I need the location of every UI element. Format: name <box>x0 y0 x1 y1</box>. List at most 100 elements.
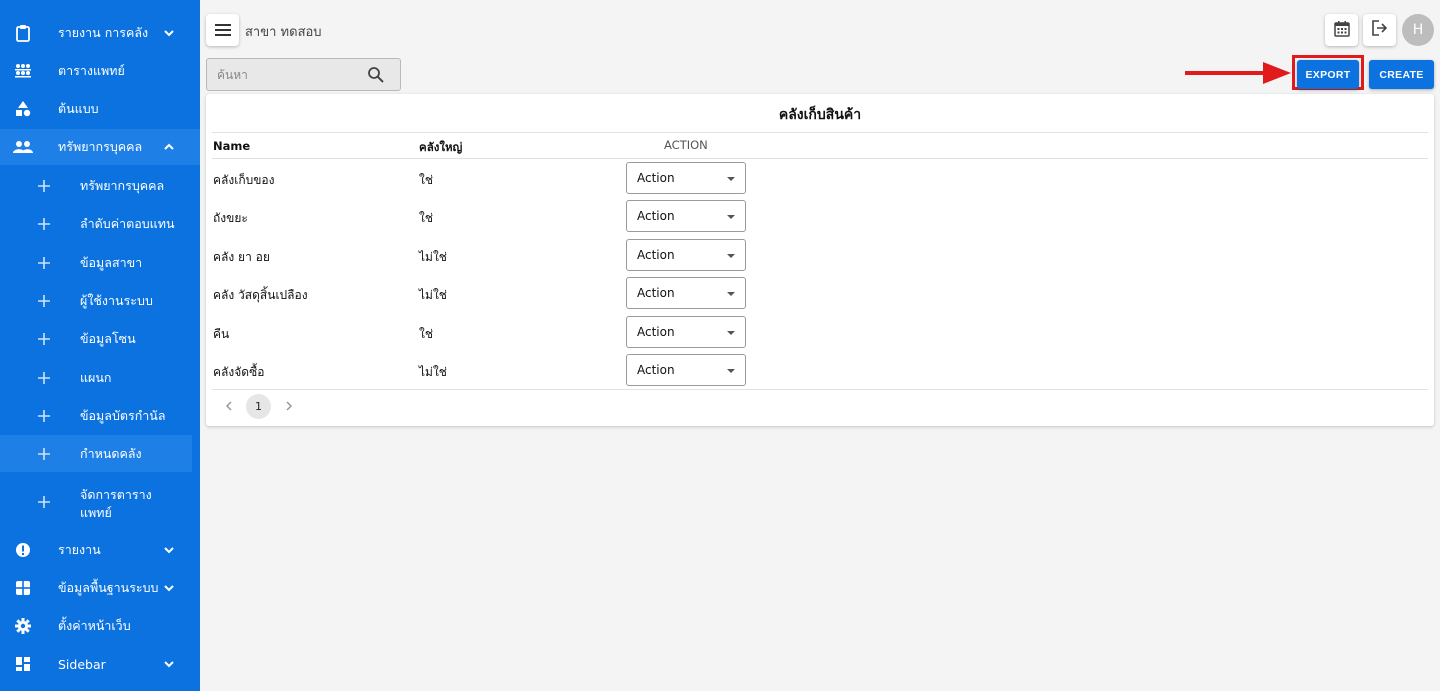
table-row: ถังขยะ ใช่ Action <box>206 197 1434 235</box>
action-select-value: Action <box>637 171 675 185</box>
plus-icon <box>36 255 52 271</box>
logout-icon <box>1371 20 1388 40</box>
column-header-action: ACTION <box>664 138 708 152</box>
action-select[interactable]: Action <box>626 354 746 386</box>
people-grid-icon <box>13 61 33 81</box>
sidebar-item-doctor-schedule[interactable]: ตารางแพทย์ <box>0 58 200 84</box>
table-row: คลังจัดซื้อ ไม่ใช่ Action <box>206 351 1434 389</box>
menu-button[interactable] <box>206 14 239 46</box>
sidebar-subitem-doctor-schedule-manage[interactable]: จัดการตาราง แพทย์ <box>0 482 200 522</box>
cell-name: คลังเก็บของ <box>213 173 275 187</box>
table-row: คลังเก็บของ ใช่ Action <box>206 159 1434 197</box>
sidebar-subitem-warehouse-setup[interactable]: กำหนดคลัง <box>0 435 192 472</box>
cell-main: ไม่ใช่ <box>419 250 447 264</box>
sidebar-item-templates[interactable]: ต้นแบบ <box>0 96 200 122</box>
caret-down-icon <box>727 215 735 219</box>
cell-main: ไม่ใช่ <box>419 365 447 379</box>
caret-down-icon <box>727 331 735 335</box>
sidebar-item-warehouse-report[interactable]: รายงาน การคลัง <box>0 20 200 46</box>
table-row: คืน ใช่ Action <box>206 313 1434 351</box>
calendar-icon <box>1333 20 1350 41</box>
cell-main: ใช่ <box>419 327 434 341</box>
avatar[interactable]: H <box>1402 14 1434 46</box>
plus-icon <box>36 494 52 510</box>
sidebar-item-label: Sidebar <box>58 656 106 672</box>
warehouse-table-card: คลังเก็บสินค้า Name คลังใหญ่ ACTION คลัง… <box>206 94 1434 426</box>
plus-icon <box>36 178 52 194</box>
sidebar-subitem-label: ข้อมูลบัตรกำนัล <box>80 408 166 423</box>
cell-main: ใช่ <box>419 173 434 187</box>
shapes-icon <box>13 99 33 119</box>
search-input[interactable] <box>217 66 357 84</box>
sidebar-item-sidebar[interactable]: Sidebar <box>0 651 200 677</box>
cell-main: ใช่ <box>419 211 434 225</box>
sidebar-subitem-label: กำหนดคลัง <box>80 445 142 461</box>
sidebar-item-reports[interactable]: รายงาน <box>0 537 200 563</box>
sidebar-subitem-users[interactable]: ผู้ใช้งานระบบ <box>0 288 200 314</box>
cell-name: คลัง ยา อย <box>213 250 270 264</box>
cell-name: ถังขยะ <box>213 211 248 225</box>
chevron-right-icon[interactable] <box>282 398 296 412</box>
chevron-down-icon <box>161 580 177 596</box>
sidebar-item-master-data[interactable]: ข้อมูลพื้นฐานระบบ <box>0 575 200 601</box>
caret-down-icon <box>727 254 735 258</box>
sidebar-item-label: รายงาน <box>58 542 101 557</box>
action-select-value: Action <box>637 209 675 223</box>
action-select-value: Action <box>637 248 675 262</box>
sidebar-subitem-label: จัดการตาราง <box>80 487 152 502</box>
create-button[interactable]: CREATE <box>1369 60 1434 89</box>
cell-name: คลัง วัสดุสิ้นเปลือง <box>213 288 308 302</box>
hamburger-icon <box>214 21 231 40</box>
divider <box>212 389 1428 390</box>
cell-main: ไม่ใช่ <box>419 288 447 302</box>
search-icon[interactable] <box>367 66 385 84</box>
sidebar-subitem-label: ลำดับค่าตอบแทน <box>80 216 175 231</box>
sidebar-item-label: ทรัพยากรบุคคล <box>58 139 143 154</box>
action-select[interactable]: Action <box>626 277 746 309</box>
export-button[interactable]: EXPORT <box>1297 60 1359 89</box>
caret-down-icon <box>727 369 735 373</box>
sidebar-item-web-settings[interactable]: ตั้งค่าหน้าเว็บ <box>0 613 200 639</box>
sidebar-subitem-compensation[interactable]: ลำดับค่าตอบแทน <box>0 211 200 237</box>
plus-icon <box>36 446 52 462</box>
plus-icon <box>36 408 52 424</box>
cell-name: คืน <box>213 327 230 341</box>
action-select[interactable]: Action <box>626 239 746 271</box>
sidebar-subitem-label: ข้อมูลโซน <box>80 331 136 346</box>
branch-name: สาขา ทดสอบ <box>245 25 322 40</box>
chevron-up-icon <box>161 139 177 155</box>
calendar-button[interactable] <box>1325 14 1358 46</box>
sidebar-subitem-vouchers[interactable]: ข้อมูลบัตรกำนัล <box>0 403 200 429</box>
sidebar-item-label: ตั้งค่าหน้าเว็บ <box>58 618 131 633</box>
pagination-page[interactable]: 1 <box>246 394 271 419</box>
caret-down-icon <box>727 177 735 181</box>
divider <box>212 132 1428 133</box>
sidebar-subitem-zones[interactable]: ข้อมูลโซน <box>0 326 200 352</box>
action-select-value: Action <box>637 286 675 300</box>
sidebar-subitem-label: ผู้ใช้งานระบบ <box>80 293 153 308</box>
clipboard-icon <box>13 23 33 43</box>
action-select[interactable]: Action <box>626 316 746 348</box>
sidebar-subitem-departments[interactable]: แผนก <box>0 365 200 391</box>
chevron-down-icon <box>161 542 177 558</box>
sidebar: รายงาน การคลัง ตารางแพทย์ ต้นแบบ ทรัพยาก… <box>0 0 200 691</box>
alert-circle-icon <box>13 540 33 560</box>
action-select[interactable]: Action <box>626 200 746 232</box>
plus-icon <box>36 216 52 232</box>
column-header-main: คลังใหญ่ <box>419 140 463 154</box>
action-select[interactable]: Action <box>626 162 746 194</box>
cell-name: คลังจัดซื้อ <box>213 365 265 379</box>
arrow-annotation <box>1185 62 1291 84</box>
sidebar-subitem-label: แผนก <box>80 370 112 385</box>
sidebar-subitem-branches[interactable]: ข้อมูลสาขา <box>0 250 200 276</box>
sidebar-subitem-human-resources[interactable]: ทรัพยากรบุคคล <box>0 173 200 199</box>
sidebar-item-label: ต้นแบบ <box>58 101 99 116</box>
plus-icon <box>36 331 52 347</box>
sidebar-item-label: ข้อมูลพื้นฐานระบบ <box>58 580 159 595</box>
sidebar-item-human-resources[interactable]: ทรัพยากรบุคคล <box>0 129 200 165</box>
table-row: คลัง วัสดุสิ้นเปลือง ไม่ใช่ Action <box>206 274 1434 312</box>
dashboard-icon <box>13 654 33 674</box>
sidebar-subitem-label: ข้อมูลสาขา <box>80 255 143 270</box>
logout-button[interactable] <box>1363 14 1396 46</box>
chevron-left-icon[interactable] <box>222 398 236 412</box>
